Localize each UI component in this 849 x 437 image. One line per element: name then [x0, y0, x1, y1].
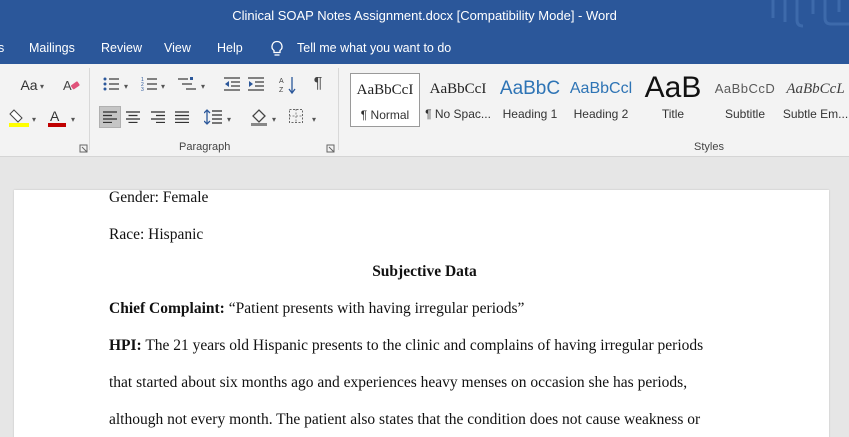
justify-icon[interactable] [175, 111, 189, 123]
change-case-label: Aa [20, 77, 38, 93]
bullets-dropdown-icon[interactable]: ▾ [124, 82, 128, 91]
borders-icon[interactable] [289, 109, 303, 123]
styles-group-label: Styles [694, 141, 724, 153]
align-left-icon [103, 111, 117, 123]
multilevel-list-icon[interactable] [178, 76, 196, 92]
style-sample: AaBbCcI [356, 82, 414, 98]
tab-help[interactable]: Help [217, 41, 243, 55]
title-bar-pattern [771, 0, 849, 28]
style-sample: AaB [644, 73, 702, 104]
hpi-paragraph-line: that started about six months ago and ex… [109, 374, 688, 391]
tell-me-box[interactable]: Tell me what you want to do [297, 41, 451, 55]
paragraph-dialog-launcher-icon[interactable] [326, 144, 335, 153]
lightbulb-icon [271, 40, 283, 56]
font-color-icon[interactable]: A [47, 108, 67, 128]
style-label: Title [661, 107, 685, 121]
ribbon-tabs: s Mailings Review View Help Tell me what… [0, 34, 849, 64]
chief-complaint-text: “Patient presents with having irregular … [224, 300, 525, 317]
style-sample: AaBbCcD [714, 81, 776, 96]
section-heading: Subjective Data [372, 263, 477, 280]
tab-mailings[interactable]: Mailings [29, 41, 75, 55]
paragraph-group-label: Paragraph [179, 141, 231, 153]
highlight-dropdown-icon[interactable]: ▾ [32, 115, 36, 124]
tab-view[interactable]: View [164, 41, 191, 55]
svg-text:A: A [279, 78, 284, 85]
style-sample: AaBbCcI [429, 81, 487, 97]
change-case-dropdown-icon[interactable]: ▾ [40, 82, 44, 91]
style-label: ¶ No Spac... [425, 107, 491, 121]
clear-formatting-icon[interactable]: A [62, 77, 80, 93]
highlight-icon[interactable] [8, 108, 30, 128]
style-title[interactable]: AaB Title [638, 73, 708, 127]
window-title: Clinical SOAP Notes Assignment.docx [Com… [232, 8, 617, 23]
title-bar: Clinical SOAP Notes Assignment.docx [Com… [0, 0, 849, 34]
line-spacing-icon[interactable] [204, 109, 222, 125]
gender-line: Gender: Female [109, 189, 209, 206]
tab-partial[interactable]: s [0, 41, 4, 55]
svg-text:A: A [50, 108, 60, 124]
hpi-paragraph-line: although not every month. The patient al… [109, 411, 701, 428]
numbering-dropdown-icon[interactable]: ▾ [161, 82, 165, 91]
race-line: Race: Hispanic [109, 226, 204, 243]
style-normal[interactable]: AaBbCcI ¶ Normal [350, 73, 420, 127]
show-formatting-marks-icon[interactable]: ¶ [311, 75, 325, 93]
style-subtle-emphasis[interactable]: AaBbCcL Subtle Em... [782, 73, 849, 127]
chief-complaint-paragraph: Chief Complaint: “Patient presents with … [109, 300, 524, 318]
style-heading-2[interactable]: AaBbCcl Heading 2 [566, 73, 636, 127]
style-sample: AaBbCcl [569, 80, 633, 97]
style-sample: AaBbCcL [786, 81, 845, 97]
hpi-paragraph-line: HPI: The 21 years old Hispanic presents … [109, 337, 703, 355]
group-divider [338, 68, 339, 150]
style-subtitle[interactable]: AaBbCcD Subtitle [710, 73, 780, 127]
style-no-spacing[interactable]: AaBbCcI ¶ No Spac... [423, 73, 493, 127]
bullets-icon[interactable] [103, 76, 119, 92]
style-label: Heading 1 [502, 107, 558, 121]
increase-indent-icon[interactable] [248, 76, 264, 92]
align-center-icon[interactable] [126, 111, 140, 123]
align-right-icon[interactable] [151, 111, 165, 123]
style-label: Heading 2 [573, 107, 629, 121]
style-label: Subtitle [724, 107, 766, 121]
style-label: Subtle Em... [782, 107, 849, 121]
change-case-button[interactable]: Aa [18, 76, 40, 94]
tab-review[interactable]: Review [101, 41, 142, 55]
sort-icon[interactable]: AZ [279, 75, 297, 95]
align-left-button[interactable] [99, 106, 121, 128]
borders-dropdown-icon[interactable]: ▾ [312, 115, 316, 124]
style-sample: AaBbC [499, 78, 561, 99]
style-heading-1[interactable]: AaBbC Heading 1 [495, 73, 565, 127]
hpi-text: The 21 years old Hispanic presents to th… [141, 337, 704, 354]
group-divider [89, 68, 90, 150]
font-dialog-launcher-icon[interactable] [79, 144, 88, 153]
svg-text:A: A [63, 78, 72, 93]
numbering-icon[interactable]: 123 [141, 76, 157, 92]
shading-dropdown-icon[interactable]: ▾ [272, 115, 276, 124]
svg-text:Z: Z [279, 87, 284, 94]
svg-text:3: 3 [141, 87, 144, 92]
multilevel-dropdown-icon[interactable]: ▾ [201, 82, 205, 91]
hpi-label: HPI: [109, 337, 142, 354]
shading-icon[interactable] [250, 108, 268, 126]
line-spacing-dropdown-icon[interactable]: ▾ [227, 115, 231, 124]
style-label: ¶ Normal [360, 108, 410, 122]
chief-complaint-label: Chief Complaint: [109, 300, 225, 317]
font-color-dropdown-icon[interactable]: ▾ [71, 115, 75, 124]
decrease-indent-icon[interactable] [224, 76, 240, 92]
